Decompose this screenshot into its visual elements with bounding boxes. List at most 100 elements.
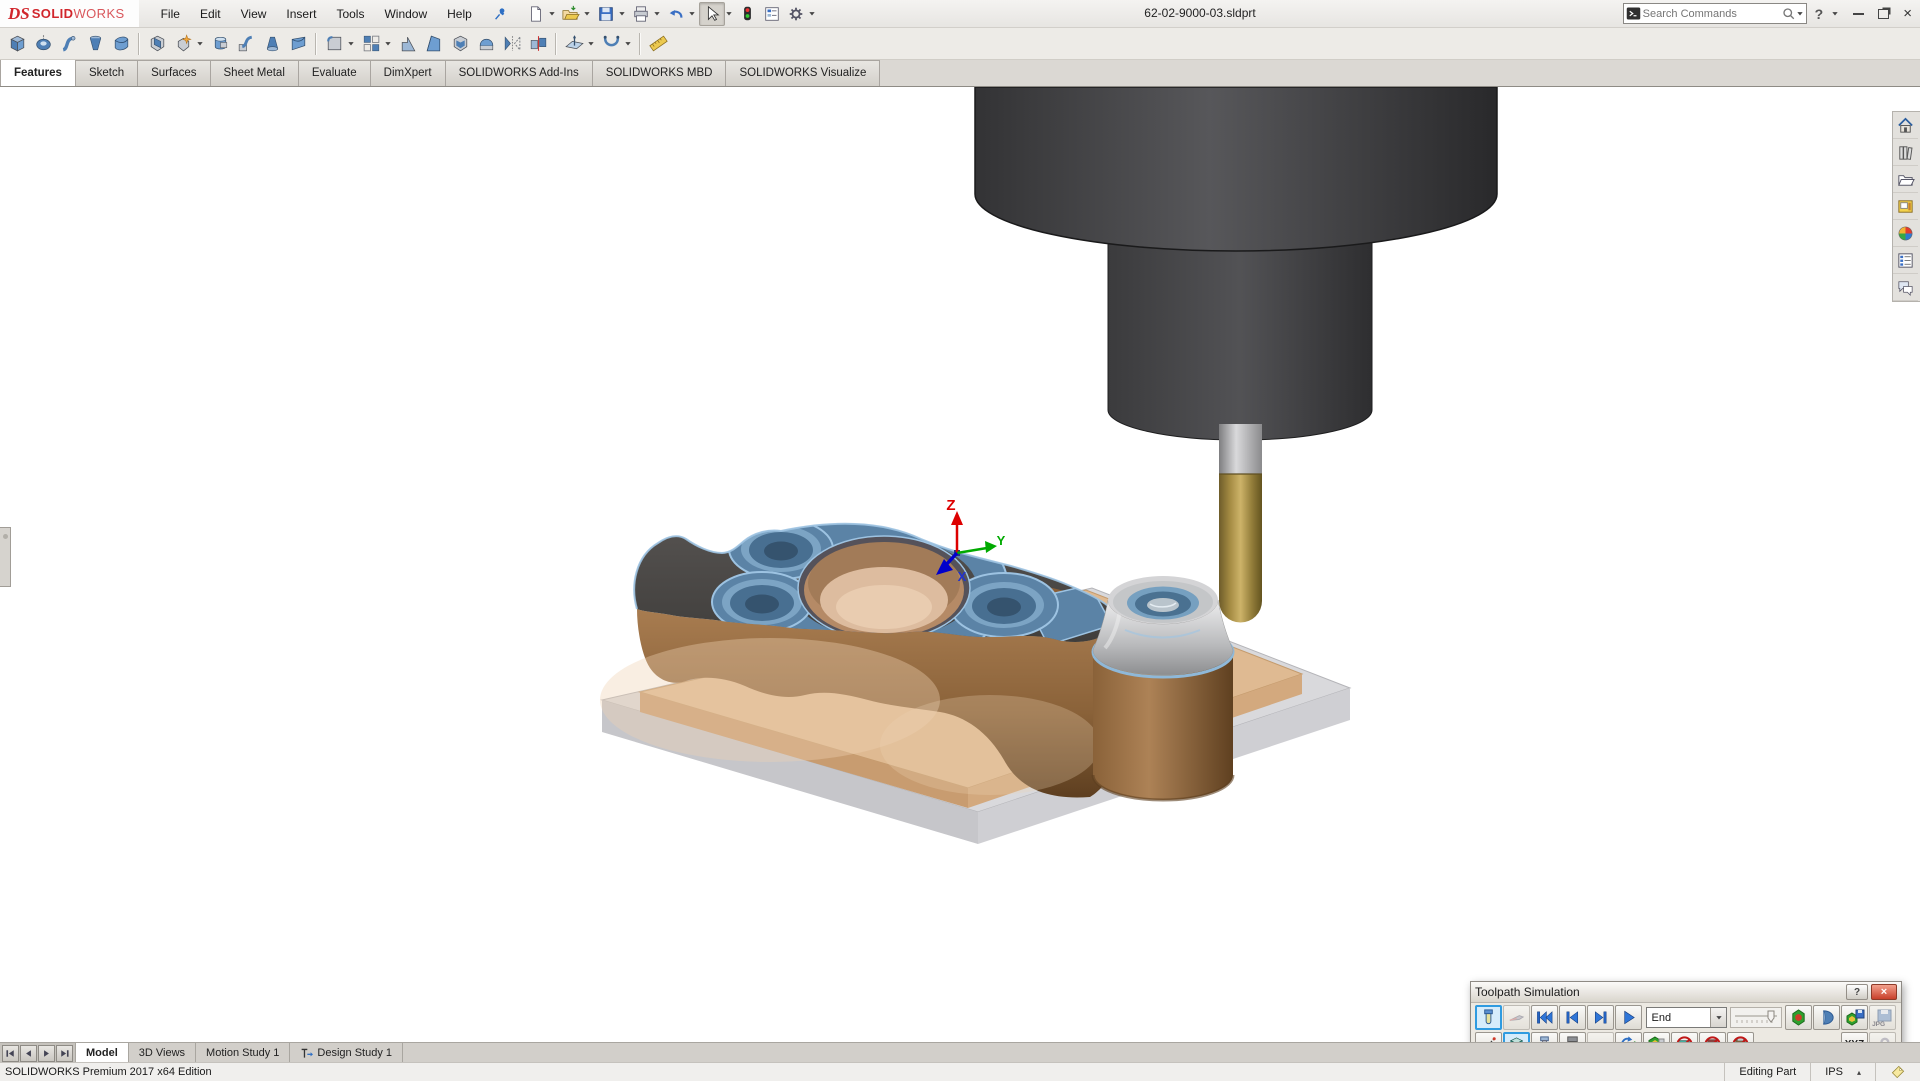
print-button[interactable] <box>629 3 653 25</box>
menu-insert[interactable]: Insert <box>276 1 326 27</box>
compare-off-button-3[interactable] <box>1727 1032 1754 1042</box>
undo-dropdown-arrow-icon[interactable] <box>688 10 696 17</box>
unit-system-selector[interactable]: IPS ▴ <box>1810 1063 1875 1081</box>
step-back-button[interactable] <box>1559 1005 1586 1030</box>
tab-motion-study-1[interactable]: Motion Study 1 <box>196 1043 290 1063</box>
menu-edit[interactable]: Edit <box>190 1 231 27</box>
revolved-boss-icon[interactable] <box>30 31 56 57</box>
lofted-boss-icon[interactable] <box>82 31 108 57</box>
reference-geometry-icon[interactable] <box>561 31 587 57</box>
tab-3d-views[interactable]: 3D Views <box>129 1043 196 1063</box>
toolpath-display-button[interactable] <box>1475 1032 1502 1042</box>
appearances-scenes-icon[interactable] <box>1893 220 1918 247</box>
file-properties-button[interactable] <box>760 3 784 25</box>
step-forward-button[interactable] <box>1587 1005 1614 1030</box>
help-dropdown-arrow-icon[interactable] <box>1831 10 1839 17</box>
new-dropdown-arrow-icon[interactable] <box>548 10 556 17</box>
custom-properties-tag[interactable] <box>1875 1063 1920 1081</box>
compare-off-button-2[interactable] <box>1699 1032 1726 1042</box>
view-palette-icon[interactable] <box>1893 193 1918 220</box>
rebuild-button[interactable] <box>736 3 760 25</box>
dialog-close-button[interactable]: × <box>1871 984 1897 1000</box>
save-button[interactable] <box>594 3 618 25</box>
solidworks-resources-icon[interactable] <box>1893 112 1918 139</box>
draft-icon[interactable] <box>421 31 447 57</box>
feature-manager-collapsed-tab[interactable] <box>0 527 11 587</box>
dialog-title-bar[interactable]: Toolpath Simulation ? × <box>1471 982 1901 1003</box>
curves-icon[interactable] <box>598 31 624 57</box>
tab-model[interactable]: Model <box>76 1043 129 1063</box>
hole-wizard-icon[interactable] <box>170 31 196 57</box>
close-button[interactable]: × <box>1903 6 1912 21</box>
go-to-start-button[interactable] <box>1531 1005 1558 1030</box>
tab-evaluate[interactable]: Evaluate <box>298 60 371 86</box>
tab-sketch[interactable]: Sketch <box>75 60 138 86</box>
pattern-dropdown-arrow-icon[interactable] <box>384 40 392 47</box>
extruded-boss-icon[interactable] <box>4 31 30 57</box>
revolved-cut-icon[interactable] <box>207 31 233 57</box>
save-image-jpg-button[interactable]: JPG <box>1869 1005 1896 1030</box>
minimize-button[interactable] <box>1853 13 1864 15</box>
toolpath-simulation-dialog[interactable]: Toolpath Simulation ? × End <box>1470 981 1902 1042</box>
stock-display-button[interactable] <box>1503 1032 1530 1042</box>
compare-off-button-1[interactable] <box>1671 1032 1698 1042</box>
curves-dropdown-arrow-icon[interactable] <box>624 40 632 47</box>
search-icon[interactable] <box>1781 6 1796 21</box>
solidworks-forum-icon[interactable] <box>1893 274 1918 301</box>
measure-icon[interactable] <box>645 31 671 57</box>
speed-slider[interactable] <box>1730 1007 1782 1028</box>
intersect-icon[interactable] <box>525 31 551 57</box>
new-document-button[interactable] <box>524 3 548 25</box>
mirror-icon[interactable] <box>499 31 525 57</box>
simulate-by-feature-button[interactable] <box>1615 1032 1642 1042</box>
rib-icon[interactable] <box>395 31 421 57</box>
print-dropdown-arrow-icon[interactable] <box>653 10 661 17</box>
save-dropdown-arrow-icon[interactable] <box>618 10 626 17</box>
first-tab-icon[interactable] <box>2 1045 19 1062</box>
combo-dropdown-arrow-icon[interactable] <box>1710 1008 1726 1027</box>
previous-tab-icon[interactable] <box>20 1045 37 1062</box>
tool-display-button[interactable] <box>1531 1032 1558 1042</box>
tab-dimxpert[interactable]: DimXpert <box>370 60 446 86</box>
search-input[interactable] <box>1641 7 1781 21</box>
fillet-icon[interactable] <box>321 31 347 57</box>
show-stock-button[interactable] <box>1785 1005 1812 1030</box>
menu-file[interactable]: File <box>151 1 190 27</box>
custom-properties-icon[interactable] <box>1893 247 1918 274</box>
select-cursor-button[interactable] <box>699 2 725 26</box>
run-to-dropdown[interactable]: End <box>1646 1007 1728 1028</box>
tab-features[interactable]: Features <box>0 59 76 86</box>
dome-icon[interactable] <box>473 31 499 57</box>
tab-solidworks-visualize[interactable]: SOLIDWORKS Visualize <box>725 60 880 86</box>
menu-view[interactable]: View <box>231 1 277 27</box>
fixture-display-button[interactable] <box>1587 1032 1614 1042</box>
design-library-icon[interactable] <box>1893 139 1918 166</box>
shell-icon[interactable] <box>447 31 473 57</box>
open-button[interactable] <box>559 3 583 25</box>
restore-button[interactable] <box>1878 9 1889 19</box>
linear-pattern-icon[interactable] <box>358 31 384 57</box>
menu-window[interactable]: Window <box>374 1 437 27</box>
menu-tools[interactable]: Tools <box>326 1 374 27</box>
show-target-button[interactable] <box>1813 1005 1840 1030</box>
search-commands-box[interactable] <box>1623 3 1807 24</box>
fillet-dropdown-arrow-icon[interactable] <box>347 40 355 47</box>
dialog-help-button[interactable]: ? <box>1846 984 1868 1000</box>
file-explorer-icon[interactable] <box>1893 166 1918 193</box>
boundary-cut-icon[interactable] <box>285 31 311 57</box>
graphics-area[interactable]: Z Y X Toolpath Simulation ? × <box>0 87 1920 1042</box>
help-button[interactable]: ? <box>1815 6 1824 22</box>
tab-sheet-metal[interactable]: Sheet Metal <box>210 60 299 86</box>
pin-menu-icon[interactable] <box>492 6 508 22</box>
remove-chips-button[interactable] <box>1643 1032 1670 1042</box>
xyz-readout-button[interactable]: XYZ <box>1841 1032 1868 1042</box>
options-dropdown-arrow-icon[interactable] <box>808 10 816 17</box>
swept-boss-icon[interactable] <box>56 31 82 57</box>
play-button[interactable] <box>1615 1005 1642 1030</box>
search-scope-icon[interactable] <box>1626 6 1641 21</box>
tab-design-study-1[interactable]: Design Study 1 <box>290 1043 403 1063</box>
holder-display-button[interactable] <box>1559 1032 1586 1042</box>
open-dropdown-arrow-icon[interactable] <box>583 10 591 17</box>
last-tab-icon[interactable] <box>56 1045 73 1062</box>
swept-cut-icon[interactable] <box>233 31 259 57</box>
